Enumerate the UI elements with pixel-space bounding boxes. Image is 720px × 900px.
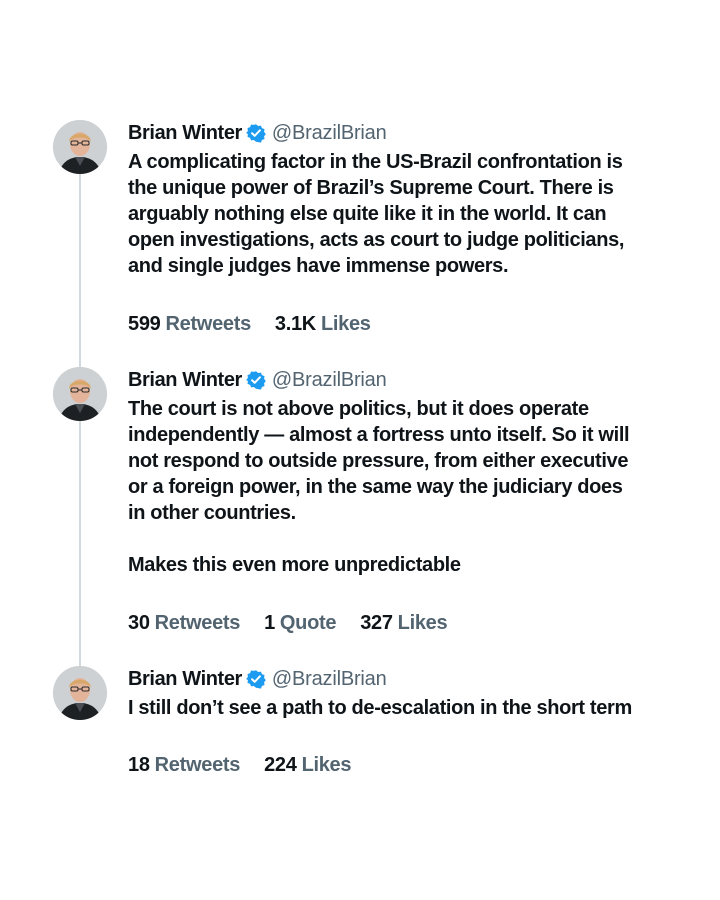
quotes-count: 1 — [264, 612, 275, 634]
tweet-thread: Brian Winter @BrazilBrian A complicating… — [0, 0, 720, 900]
likes-label: Likes — [397, 612, 448, 634]
tweet-content: Brian Winter @BrazilBrian A complicating… — [128, 120, 688, 336]
author-handle[interactable]: @BrazilBrian — [272, 369, 387, 392]
author-handle[interactable]: @BrazilBrian — [272, 668, 387, 691]
tweet-text: I still don’t see a path to de-escalatio… — [128, 697, 632, 719]
profile-photo-icon — [53, 666, 107, 720]
tweet-text: A complicating factor in the US-Brazil c… — [128, 151, 625, 277]
author-name[interactable]: Brian Winter — [128, 122, 242, 145]
tweet-header: Brian Winter @BrazilBrian — [128, 666, 688, 692]
tweet-content: Brian Winter @BrazilBrian The court is n… — [128, 367, 688, 635]
verified-badge-icon — [246, 124, 266, 143]
quotes-label: Quote — [279, 612, 337, 634]
retweets-stat[interactable]: 599 Retweets — [128, 313, 251, 336]
likes-label: Likes — [320, 313, 371, 335]
retweets-label: Retweets — [154, 612, 241, 634]
tweet-content: Brian Winter @BrazilBrian I still don’t … — [128, 666, 688, 777]
author-name[interactable]: Brian Winter — [128, 668, 242, 691]
verified-badge-icon — [246, 670, 266, 689]
likes-stat[interactable]: 327 Likes — [360, 612, 447, 635]
verified-badge-icon — [246, 371, 266, 390]
tweet-header: Brian Winter @BrazilBrian — [128, 367, 688, 393]
retweets-count: 18 — [128, 754, 150, 776]
likes-count: 327 — [360, 612, 393, 634]
likes-stat[interactable]: 3.1K Likes — [275, 313, 371, 336]
likes-stat[interactable]: 224 Likes — [264, 754, 351, 777]
likes-count: 224 — [264, 754, 297, 776]
tweet-stats: 18 Retweets 224 Likes — [128, 754, 375, 777]
retweets-stat[interactable]: 30 Retweets — [128, 612, 240, 635]
retweets-count: 599 — [128, 313, 161, 335]
author-name[interactable]: Brian Winter — [128, 369, 242, 392]
tweet-header: Brian Winter @BrazilBrian — [128, 120, 688, 146]
likes-count: 3.1K — [274, 313, 316, 335]
retweets-label: Retweets — [154, 754, 241, 776]
avatar[interactable] — [53, 367, 107, 421]
tweet-stats: 30 Retweets 1 Quote 327 Likes — [128, 612, 471, 635]
tweet-text: The court is not above politics, but it … — [128, 398, 630, 576]
quotes-stat[interactable]: 1 Quote — [264, 612, 336, 635]
retweets-stat[interactable]: 18 Retweets — [128, 754, 240, 777]
tweet-stats: 599 Retweets 3.1K Likes — [128, 313, 395, 336]
likes-label: Likes — [301, 754, 352, 776]
profile-photo-icon — [53, 120, 107, 174]
avatar[interactable] — [53, 120, 107, 174]
avatar[interactable] — [53, 666, 107, 720]
author-handle[interactable]: @BrazilBrian — [272, 122, 387, 145]
retweets-label: Retweets — [165, 313, 251, 335]
retweets-count: 30 — [128, 612, 150, 634]
profile-photo-icon — [53, 367, 107, 421]
